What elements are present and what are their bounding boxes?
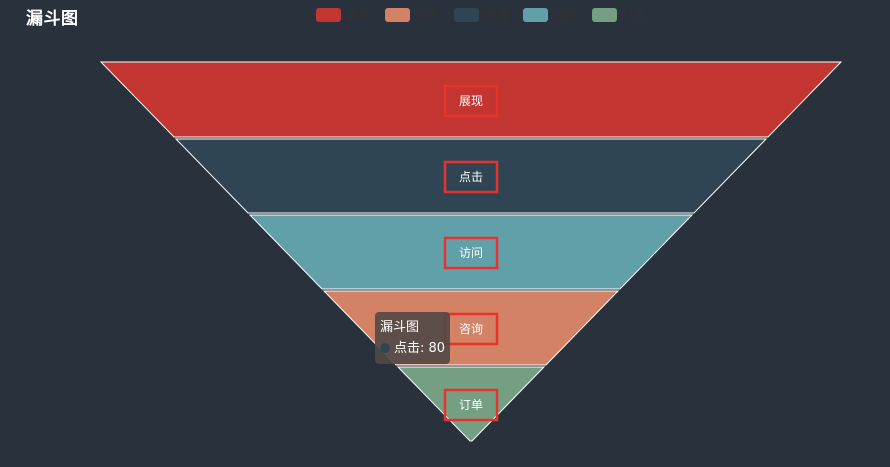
funnel-label: 访问 <box>459 246 483 260</box>
funnel-label: 展现 <box>459 94 483 108</box>
tooltip-value-text: 点击: 80 <box>394 341 446 356</box>
funnel-label: 订单 <box>459 398 483 412</box>
tooltip-series-name: 漏斗图 <box>380 320 420 335</box>
funnel-chart: 展现点击访问咨询订单 <box>99 61 843 442</box>
funnel-label: 咨询 <box>459 321 483 336</box>
tooltip-marker <box>380 343 390 353</box>
tooltip-row: 点击: 80 <box>380 338 445 359</box>
funnel-label: 点击 <box>459 170 483 184</box>
tooltip: 漏斗图 点击: 80 <box>375 312 451 364</box>
